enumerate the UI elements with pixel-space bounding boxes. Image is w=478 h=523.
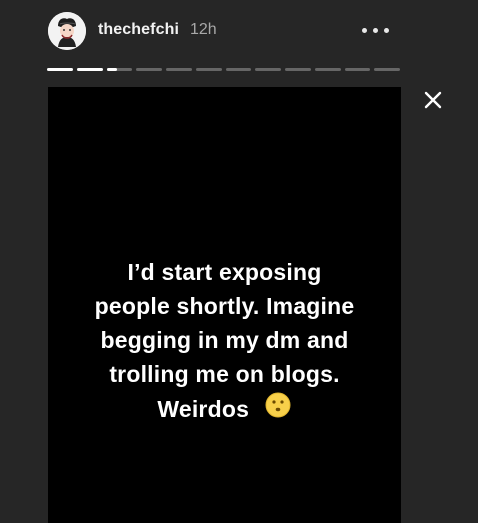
progress-segment (47, 68, 73, 71)
username[interactable]: thechefchi (98, 21, 179, 39)
progress-segment (285, 68, 311, 71)
chef-avatar-icon (48, 12, 86, 50)
progress-segment (136, 68, 162, 71)
progress-segment (166, 68, 192, 71)
story-header: thechefchi 12h (0, 0, 478, 64)
story-line-last: Weirdos (48, 391, 401, 428)
hushed-face-emoji-icon (264, 391, 292, 428)
post-time: 12h (190, 21, 217, 38)
progress-segment (314, 68, 341, 71)
progress-segment (106, 68, 133, 71)
more-horizontal-icon[interactable] (359, 22, 393, 40)
progress-segment (344, 68, 371, 71)
story-line: people shortly. Imagine (94, 293, 355, 319)
progress-segment (225, 68, 252, 71)
progress-segment (76, 68, 103, 71)
story-progress (47, 68, 400, 71)
story-line: trolling me on blogs. (109, 361, 340, 387)
progress-segment-fill (106, 68, 117, 71)
story-line: Weirdos (157, 396, 250, 422)
progress-segment (374, 68, 400, 71)
progress-segment (195, 68, 222, 71)
story-text: I’d start exposing people shortly. Imagi… (48, 255, 401, 428)
progress-segment (255, 68, 281, 71)
story-line: begging in my dm and (100, 327, 349, 353)
avatar[interactable] (48, 12, 86, 50)
story-viewer: thechefchi 12h I’d start exposing people… (0, 0, 478, 523)
story-content[interactable]: I’d start exposing people shortly. Imagi… (48, 87, 401, 523)
story-line: I’d start exposing (127, 259, 322, 285)
close-icon[interactable] (421, 88, 445, 112)
